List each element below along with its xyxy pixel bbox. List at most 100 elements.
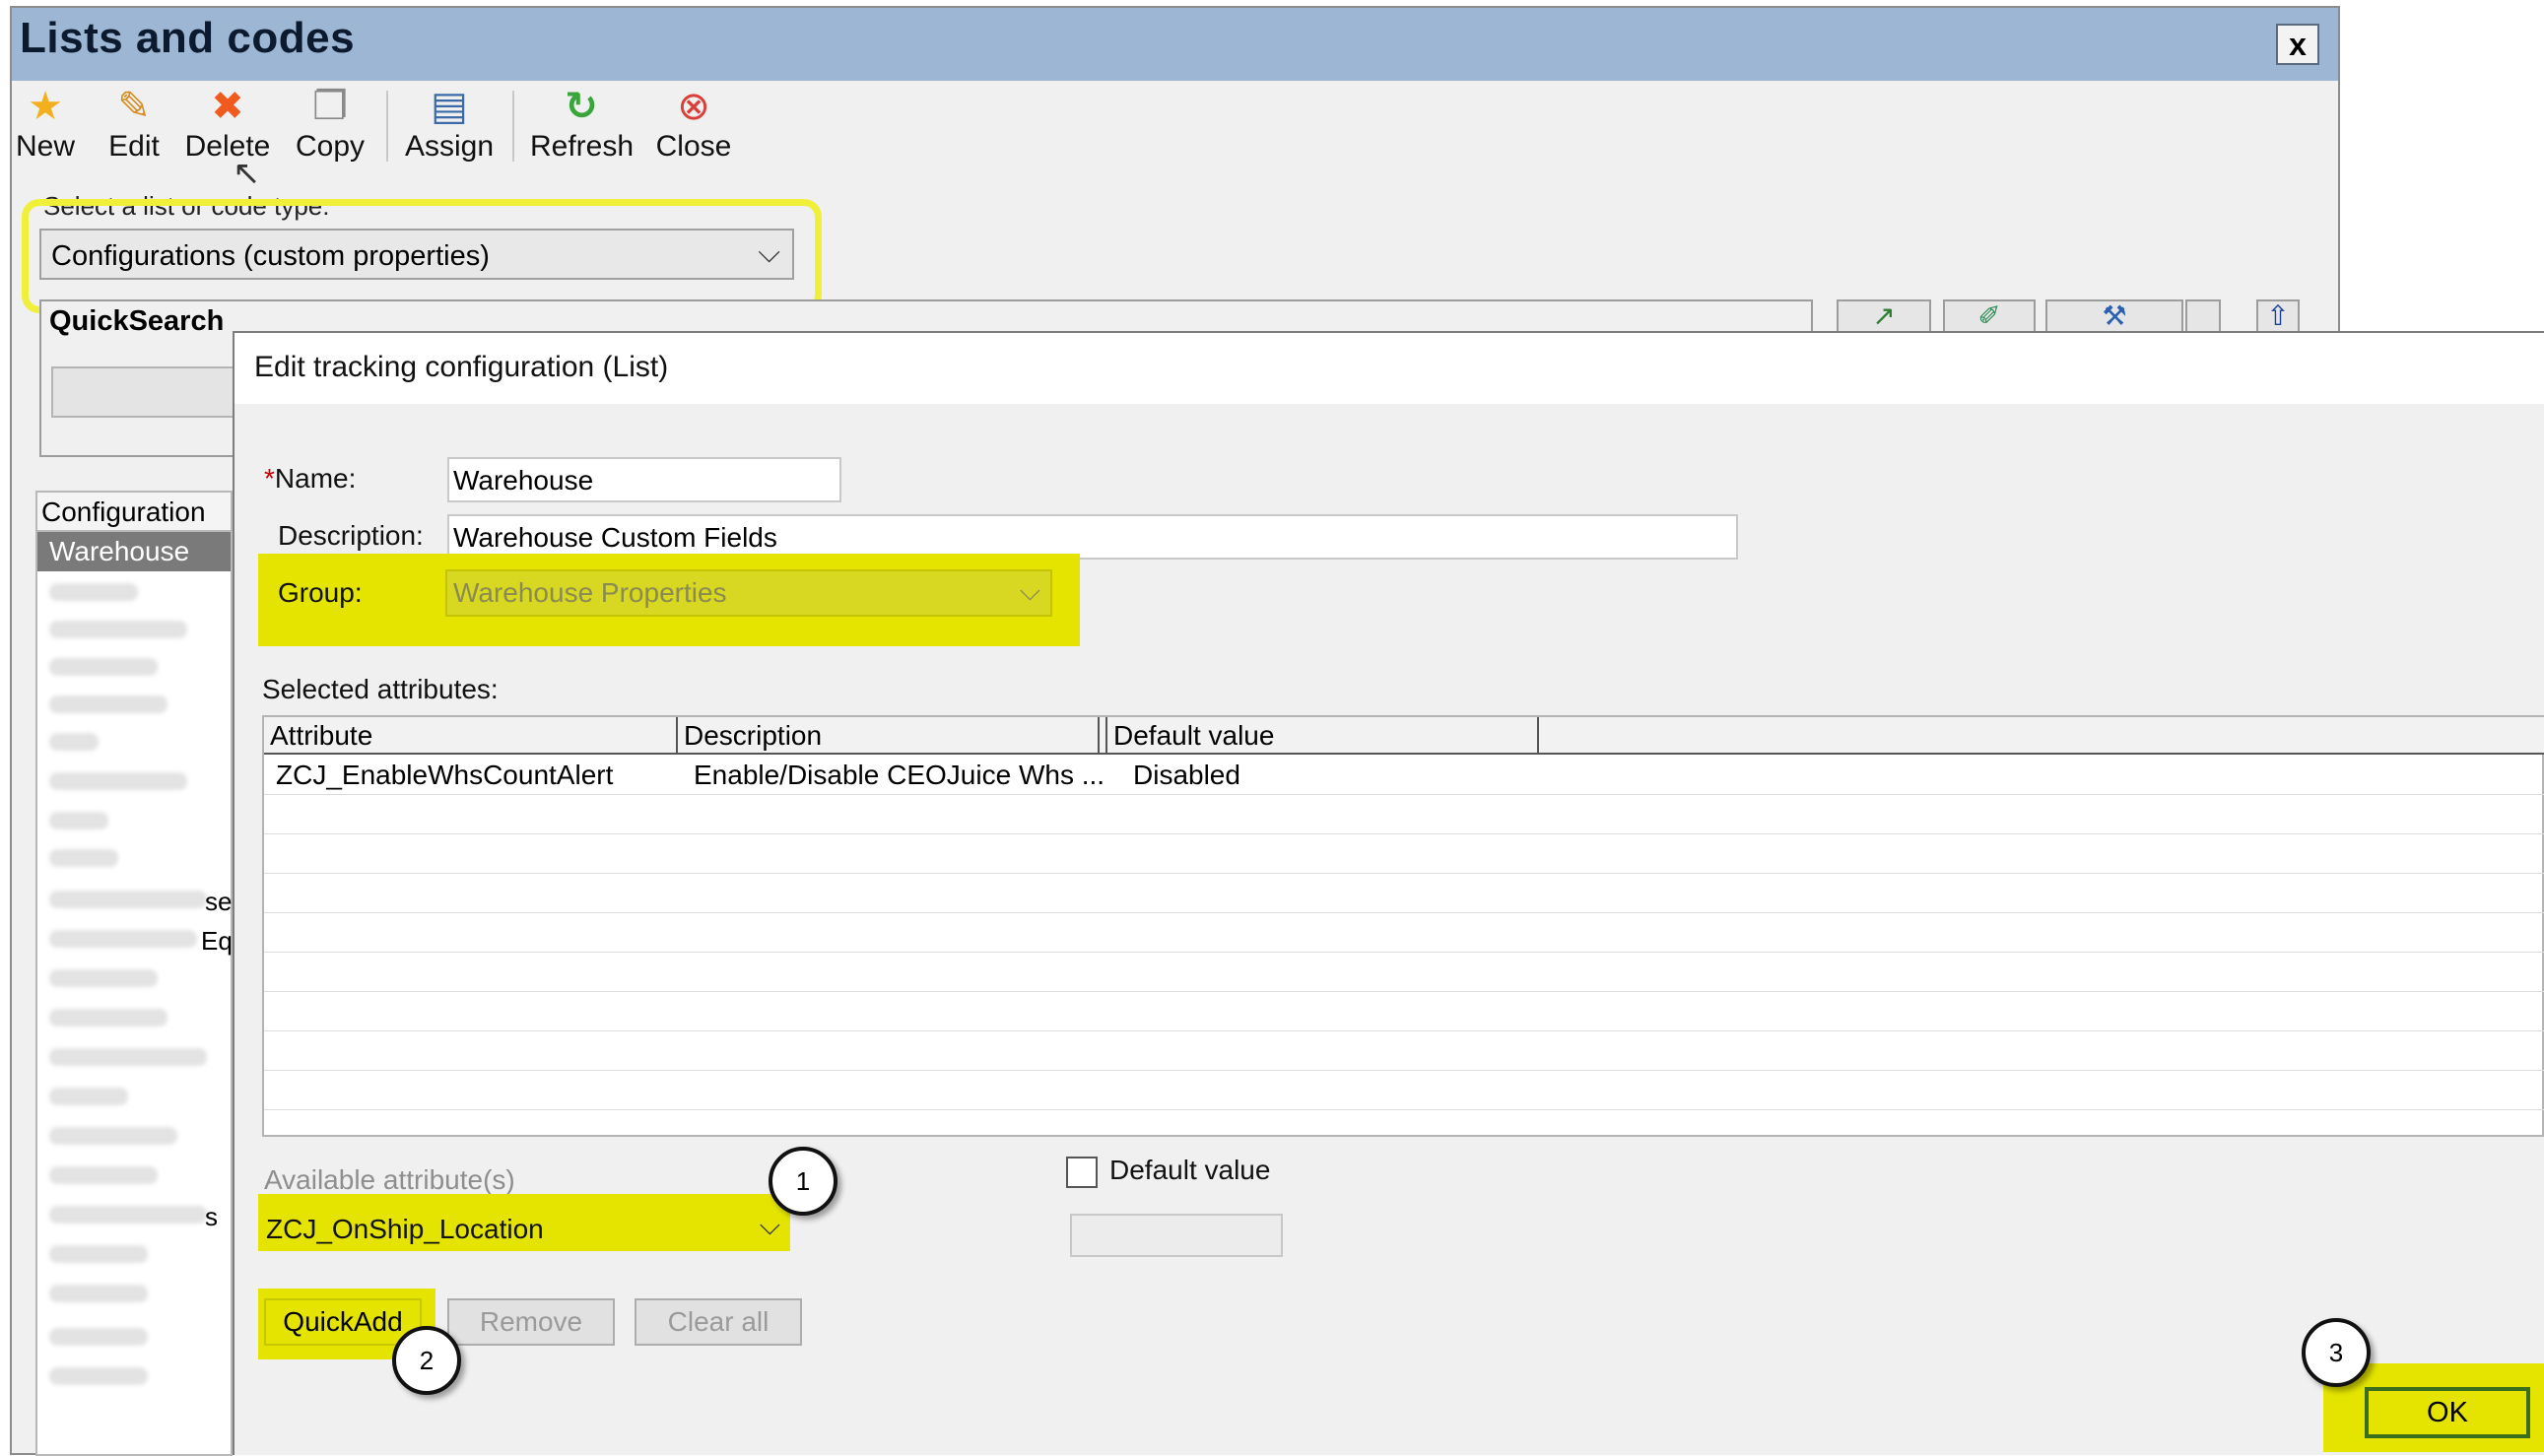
column-resize-handle[interactable] bbox=[1100, 717, 1107, 755]
chevron-down-icon: ⌵ bbox=[759, 1210, 780, 1240]
callout-2: 2 bbox=[392, 1326, 461, 1395]
wrench-icon: ⚒ bbox=[2102, 300, 2127, 331]
cell-default-value: Disabled bbox=[1133, 760, 1240, 790]
grid-line bbox=[264, 952, 2544, 953]
list-item[interactable] bbox=[49, 621, 187, 638]
column-header-description[interactable]: Description bbox=[678, 717, 1100, 755]
new-label: New bbox=[15, 130, 75, 163]
grid-line bbox=[264, 1109, 2544, 1110]
dropdown-arrow-button[interactable] bbox=[2185, 299, 2221, 335]
cell-description: Enable/Disable CEOJuice Whs ... bbox=[694, 760, 1105, 790]
list-item[interactable] bbox=[49, 1367, 148, 1385]
edit-button[interactable]: ✎ Edit bbox=[102, 83, 166, 169]
refresh-button[interactable]: ↻ Refresh bbox=[530, 83, 635, 169]
group-dropdown[interactable]: Warehouse Properties ⌵ bbox=[445, 569, 1052, 617]
collapse-button[interactable]: ⇧ bbox=[2256, 299, 2300, 335]
list-item-fragment: s bbox=[205, 1202, 218, 1231]
copy-button[interactable]: ❐ Copy bbox=[292, 83, 368, 169]
new-button[interactable]: ★ New bbox=[14, 83, 77, 169]
toolbar-separator bbox=[512, 91, 514, 162]
quicksearch-label: QuickSearch bbox=[49, 305, 225, 337]
star-icon: ★ bbox=[28, 85, 63, 128]
delete-x-icon: ✖ bbox=[211, 85, 244, 128]
group-value: Warehouse Properties bbox=[453, 577, 727, 608]
grid-line bbox=[264, 833, 2544, 834]
refresh-icon: ↻ bbox=[565, 85, 598, 128]
list-item[interactable] bbox=[49, 1206, 207, 1224]
grid-line bbox=[264, 991, 2544, 992]
grid-line bbox=[264, 912, 2544, 913]
tools-button[interactable]: ⚒ bbox=[2045, 299, 2183, 335]
window-close-button[interactable]: x bbox=[2276, 24, 2319, 65]
list-item[interactable] bbox=[49, 1048, 207, 1066]
chevron-down-icon: ⌵ bbox=[1019, 575, 1040, 606]
grid-line bbox=[264, 1030, 2544, 1031]
default-value-checkbox[interactable] bbox=[1066, 1157, 1098, 1188]
grid-line bbox=[264, 873, 2544, 874]
list-item[interactable] bbox=[49, 658, 158, 676]
assign-icon: ▤ bbox=[431, 85, 468, 128]
callout-3: 3 bbox=[2302, 1318, 2371, 1387]
available-attributes-label: Available attribute(s) bbox=[264, 1164, 515, 1195]
default-value-field[interactable] bbox=[1070, 1214, 1283, 1257]
mouse-cursor-icon: ↖ bbox=[233, 155, 261, 192]
list-item[interactable] bbox=[49, 812, 108, 829]
list-item[interactable] bbox=[49, 583, 138, 601]
copy-label: Copy bbox=[295, 130, 366, 163]
list-item[interactable] bbox=[49, 1166, 158, 1184]
available-attributes-dropdown[interactable]: ZCJ_OnShip_Location ⌵ bbox=[264, 1208, 786, 1251]
quicksearch-input[interactable] bbox=[51, 366, 238, 418]
callout-1: 1 bbox=[769, 1147, 837, 1216]
list-item[interactable] bbox=[49, 849, 118, 867]
column-header-default-value[interactable]: Default value bbox=[1107, 717, 1539, 755]
assign-button[interactable]: ▤ Assign bbox=[402, 83, 497, 169]
toolbar-separator bbox=[386, 91, 388, 162]
list-item[interactable] bbox=[49, 1088, 128, 1105]
list-item-fragment: se bbox=[205, 887, 233, 916]
available-value: ZCJ_OnShip_Location bbox=[266, 1214, 544, 1244]
list-item[interactable] bbox=[49, 1285, 148, 1302]
collapse-up-icon: ⇧ bbox=[2266, 300, 2290, 331]
grid-line bbox=[264, 794, 2544, 795]
list-item[interactable] bbox=[49, 891, 207, 908]
list-item[interactable] bbox=[49, 733, 99, 751]
group-label: Group: bbox=[278, 577, 363, 608]
required-marker: * bbox=[264, 463, 275, 494]
copy-icon: ❐ bbox=[312, 85, 348, 128]
close-button[interactable]: ⊗ Close bbox=[654, 83, 733, 169]
export-button[interactable]: ↗ bbox=[1837, 299, 1931, 335]
assign-label: Assign bbox=[404, 130, 495, 163]
list-item[interactable] bbox=[49, 930, 197, 948]
name-label: *Name: bbox=[264, 463, 356, 495]
clear-filter-button[interactable]: ✐ bbox=[1943, 299, 2036, 335]
grid-line bbox=[264, 1070, 2544, 1071]
cell-attribute: ZCJ_EnableWhsCountAlert bbox=[276, 760, 614, 790]
list-item[interactable] bbox=[49, 1328, 148, 1346]
description-label: Description: bbox=[278, 520, 424, 551]
column-header-attribute[interactable]: Attribute bbox=[264, 717, 678, 755]
list-item-selected[interactable]: Warehouse bbox=[37, 532, 231, 571]
list-item[interactable] bbox=[49, 695, 167, 713]
default-value-label: Default value bbox=[1109, 1155, 1271, 1185]
eraser-icon: ✐ bbox=[1977, 300, 2001, 331]
ok-button[interactable]: OK bbox=[2365, 1387, 2530, 1438]
main-title-bar bbox=[12, 8, 2338, 81]
export-arrow-icon: ↗ bbox=[1872, 300, 1896, 331]
pencil-icon: ✎ bbox=[117, 85, 151, 128]
list-item[interactable] bbox=[49, 1245, 148, 1263]
list-item[interactable] bbox=[49, 1009, 167, 1026]
remove-button[interactable]: Remove bbox=[447, 1298, 615, 1346]
list-item[interactable] bbox=[49, 969, 158, 987]
list-item[interactable] bbox=[49, 772, 187, 790]
refresh-label: Refresh bbox=[530, 130, 635, 163]
name-label-text: Name: bbox=[274, 463, 357, 494]
list-item[interactable] bbox=[49, 1127, 177, 1145]
name-field[interactable]: Warehouse bbox=[447, 457, 841, 502]
selected-attributes-label: Selected attributes: bbox=[262, 674, 499, 704]
clear-all-button[interactable]: Clear all bbox=[635, 1298, 802, 1346]
close-label: Close bbox=[655, 130, 732, 163]
dialog-title: Edit tracking configuration (List) bbox=[254, 351, 669, 383]
edit-label: Edit bbox=[108, 130, 160, 163]
quickadd-button[interactable]: QuickAdd bbox=[264, 1298, 422, 1346]
close-circle-icon: ⊗ bbox=[677, 85, 710, 128]
